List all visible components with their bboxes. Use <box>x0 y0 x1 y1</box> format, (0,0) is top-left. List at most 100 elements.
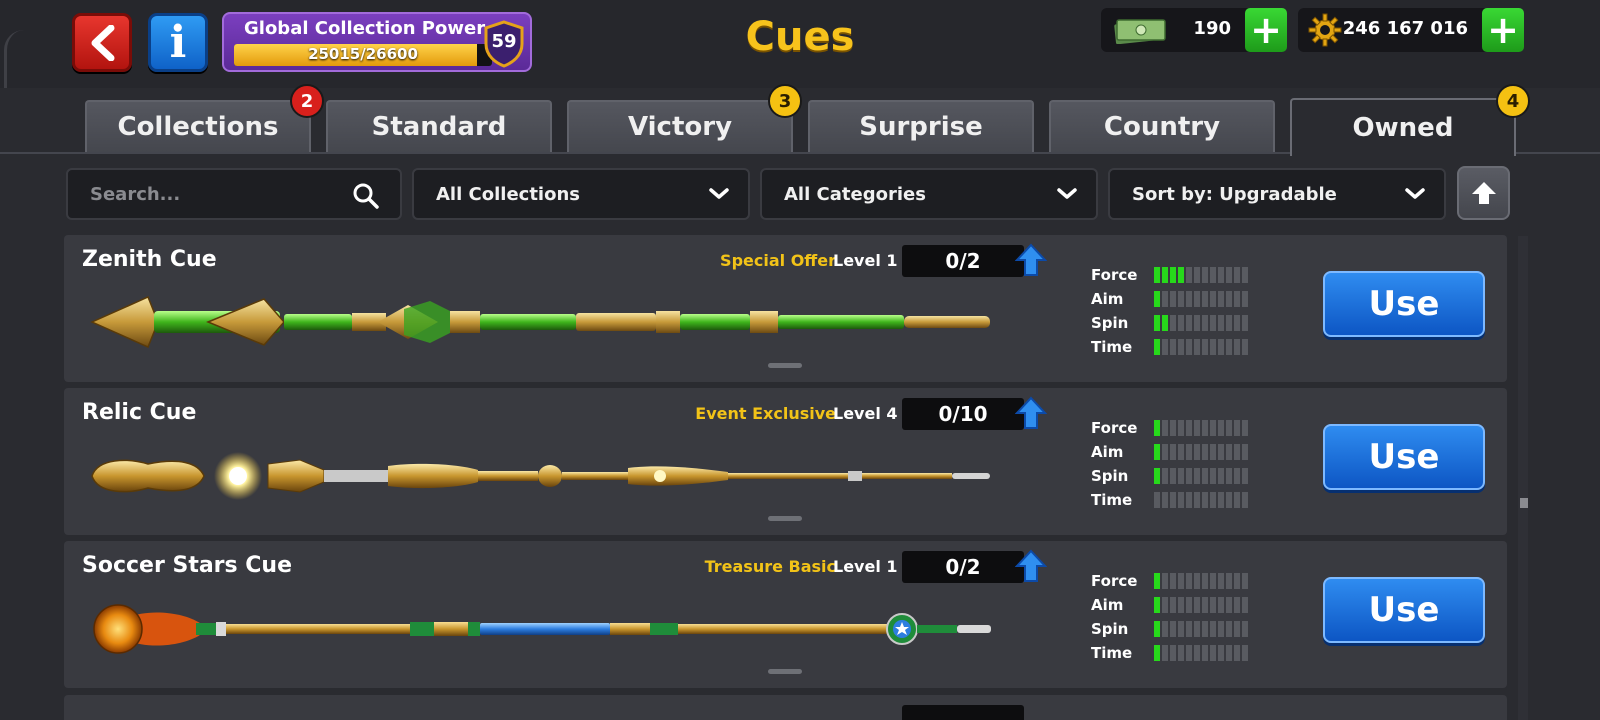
stat-segment <box>1226 468 1232 484</box>
stat-segment <box>1170 621 1176 637</box>
stat-label: Force <box>1091 419 1138 437</box>
stat-time: Time <box>1091 488 1271 512</box>
stat-segment <box>1202 573 1208 589</box>
stat-segment <box>1202 267 1208 283</box>
stat-segment <box>1170 645 1176 661</box>
categories-dropdown[interactable]: All Categories <box>760 168 1098 220</box>
stat-force: Force <box>1091 263 1271 287</box>
use-cue-button[interactable]: Use <box>1323 424 1485 490</box>
search-input[interactable]: Search... <box>90 184 180 205</box>
stat-segment <box>1186 291 1192 307</box>
cue-stats: Force Aim Spin Time <box>1091 263 1271 359</box>
search-icon <box>353 183 379 209</box>
stat-segment <box>1178 468 1184 484</box>
upgrade-arrow-icon[interactable] <box>1015 396 1047 430</box>
add-cash-button[interactable]: + <box>1245 8 1287 52</box>
cue-stats: Force Aim Spin Time <box>1091 569 1271 665</box>
stat-segment <box>1154 267 1160 283</box>
stat-segment <box>1154 339 1160 355</box>
stat-aim: Aim <box>1091 440 1271 464</box>
tab-owned[interactable]: Owned <box>1290 98 1516 156</box>
stat-segment <box>1234 315 1240 331</box>
stat-segment <box>1210 315 1216 331</box>
tab-country[interactable]: Country <box>1049 100 1275 152</box>
time-bar <box>1154 645 1248 661</box>
stat-label: Force <box>1091 266 1138 284</box>
stat-segment <box>1226 444 1232 460</box>
cue-card-soccer-stars[interactable]: Soccer Stars Cue Treasure Basic Level 1 … <box>64 541 1507 688</box>
stat-label: Time <box>1091 644 1133 662</box>
add-coins-button[interactable]: + <box>1482 8 1524 52</box>
stat-segment <box>1210 291 1216 307</box>
chevron-left-icon <box>91 24 115 61</box>
stat-segment <box>1242 291 1248 307</box>
search-field[interactable]: Search... <box>66 168 402 220</box>
cue-card-partial[interactable] <box>64 695 1507 720</box>
use-cue-button[interactable]: Use <box>1323 577 1485 643</box>
upgrade-arrow-icon[interactable] <box>1015 243 1047 277</box>
list-scrollbar[interactable] <box>1518 236 1528 720</box>
spin-bar <box>1154 468 1248 484</box>
stat-segment <box>1234 444 1240 460</box>
sort-dropdown[interactable]: Sort by: Upgradable <box>1108 168 1446 220</box>
page-title: Cues <box>745 14 855 60</box>
cash-icon <box>1114 19 1166 44</box>
stat-segment <box>1210 267 1216 283</box>
tab-surprise[interactable]: Surprise <box>808 100 1034 152</box>
force-bar <box>1154 267 1248 283</box>
stat-segment <box>1162 621 1168 637</box>
global-collection-power[interactable]: Global Collection Power 25015/26600 59 <box>222 12 532 72</box>
back-button[interactable] <box>72 13 132 72</box>
tab-collections[interactable]: Collections <box>85 100 311 152</box>
cue-level: Level 1 <box>833 557 898 576</box>
stat-segment <box>1210 492 1216 508</box>
stat-segment <box>1234 291 1240 307</box>
stat-segment <box>1210 645 1216 661</box>
stat-segment <box>1242 267 1248 283</box>
info-button[interactable]: i <box>148 13 208 72</box>
stat-segment <box>1202 291 1208 307</box>
stat-segment <box>1194 339 1200 355</box>
upgrade-arrow-icon[interactable] <box>1015 549 1047 583</box>
stat-segment <box>1162 468 1168 484</box>
stat-segment <box>1218 573 1224 589</box>
stat-segment <box>1218 291 1224 307</box>
stat-segment <box>1234 597 1240 613</box>
cue-card-zenith[interactable]: Zenith Cue Special Offer Level 1 0/2 For… <box>64 235 1507 382</box>
chevron-down-icon <box>1405 188 1425 199</box>
list-scrollbar-thumb[interactable] <box>1520 498 1528 508</box>
collections-dropdown[interactable]: All Collections <box>412 168 750 220</box>
aim-bar <box>1154 444 1248 460</box>
stat-segment <box>1154 597 1160 613</box>
stat-label: Aim <box>1091 443 1124 461</box>
stat-segment <box>1186 645 1192 661</box>
stat-segment <box>1202 597 1208 613</box>
stat-label: Aim <box>1091 596 1124 614</box>
plus-icon: + <box>1250 8 1282 52</box>
stat-segment <box>1194 267 1200 283</box>
stat-segment <box>1202 645 1208 661</box>
stat-segment <box>1226 339 1232 355</box>
sort-direction-button[interactable] <box>1457 166 1510 220</box>
tab-victory[interactable]: Victory <box>567 100 793 152</box>
stat-spin: Spin <box>1091 311 1271 335</box>
tab-label: Country <box>1103 112 1221 142</box>
coin-balance: 246 167 016 + <box>1298 8 1524 52</box>
chevron-down-icon <box>709 188 729 199</box>
stat-segment <box>1210 339 1216 355</box>
stat-segment <box>1234 492 1240 508</box>
stat-segment <box>1218 315 1224 331</box>
stat-segment <box>1202 468 1208 484</box>
stat-segment <box>1242 339 1248 355</box>
stat-segment <box>1202 315 1208 331</box>
use-cue-button[interactable]: Use <box>1323 271 1485 337</box>
cue-card-relic[interactable]: Relic Cue Event Exclusive Level 4 0/10 F… <box>64 388 1507 535</box>
stat-segment <box>1202 621 1208 637</box>
stat-label: Time <box>1091 338 1133 356</box>
aim-bar <box>1154 291 1248 307</box>
stat-segment <box>1170 339 1176 355</box>
tab-standard[interactable]: Standard <box>326 100 552 152</box>
chevron-down-icon <box>1057 188 1077 199</box>
global-power-level: 59 <box>491 31 517 52</box>
stat-segment <box>1170 573 1176 589</box>
